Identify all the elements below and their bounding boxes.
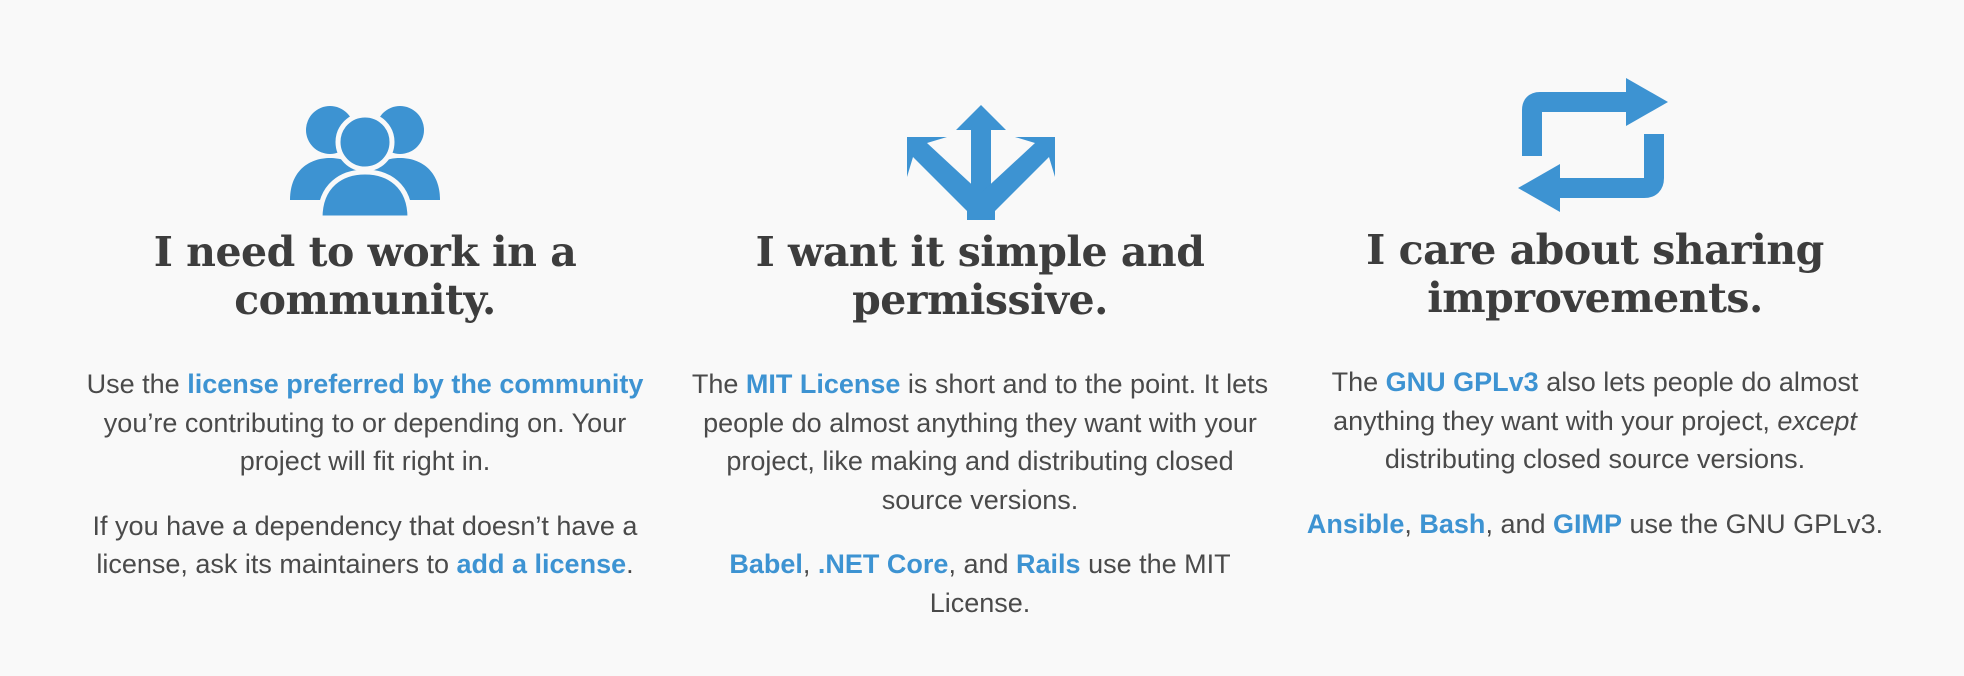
sharing-loop-icon	[1518, 78, 1668, 212]
heading-mit: I want it simple and permissive.	[685, 228, 1275, 324]
text: you’re contributing to or depending on. …	[103, 407, 627, 477]
heading-community: I need to work in a community.	[80, 228, 650, 324]
text: , and	[1485, 508, 1553, 539]
text: The	[1331, 367, 1386, 397]
babel-link[interactable]: Babel	[729, 549, 803, 579]
add-license-link[interactable]: add a license	[457, 549, 627, 579]
gnu-gplv3-link[interactable]: GNU GPLv3	[1386, 367, 1539, 397]
text: .	[626, 549, 634, 579]
community-description: Use the license preferred by the communi…	[80, 365, 650, 584]
heading-line-1: I need to work in a	[153, 228, 577, 276]
mit-description: The MIT License is short and to the poin…	[685, 365, 1275, 622]
paragraph-2: Ansible, Bash, and GIMP use the GNU GPLv…	[1300, 505, 1890, 544]
bash-link[interactable]: Bash	[1419, 509, 1485, 539]
heading-gpl: I care about sharing improvements.	[1300, 226, 1890, 322]
heading-line-1: I want it simple and	[755, 228, 1205, 276]
text: use the GNU GPLv3.	[1622, 508, 1884, 539]
license-chooser-section: I need to work in a community. Use the l…	[0, 0, 1964, 676]
text: Use the	[86, 369, 188, 399]
community-icon	[290, 106, 440, 218]
heading-line-2: improvements.	[1427, 274, 1763, 322]
mit-license-link[interactable]: MIT License	[746, 369, 901, 399]
simple-arrows-icon	[907, 105, 1055, 220]
heading-line-1: I care about sharing	[1366, 226, 1824, 274]
text: ,	[1404, 508, 1420, 539]
paragraph-1: The MIT License is short and to the poin…	[685, 365, 1275, 519]
paragraph-1: Use the license preferred by the communi…	[80, 365, 650, 481]
gimp-link[interactable]: GIMP	[1553, 509, 1622, 539]
text: The	[691, 369, 746, 399]
text: , and	[948, 549, 1017, 579]
heading-line-2: permissive.	[852, 276, 1108, 324]
rails-link[interactable]: Rails	[1016, 549, 1081, 579]
gpl-description: The GNU GPLv3 also lets people do almost…	[1300, 363, 1890, 543]
text: distributing closed source versions.	[1384, 444, 1806, 474]
heading-line-2: community.	[234, 276, 496, 324]
paragraph-2: If you have a dependency that doesn’t ha…	[80, 507, 650, 584]
text: ,	[802, 549, 818, 579]
except-emphasis: except	[1777, 405, 1857, 436]
paragraph-2: Babel, .NET Core, and Rails use the MIT …	[685, 545, 1275, 622]
paragraph-1: The GNU GPLv3 also lets people do almost…	[1300, 363, 1890, 479]
community-license-link[interactable]: license preferred by the community	[187, 369, 643, 399]
ansible-link[interactable]: Ansible	[1307, 509, 1405, 539]
dotnet-core-link[interactable]: .NET Core	[818, 549, 949, 579]
